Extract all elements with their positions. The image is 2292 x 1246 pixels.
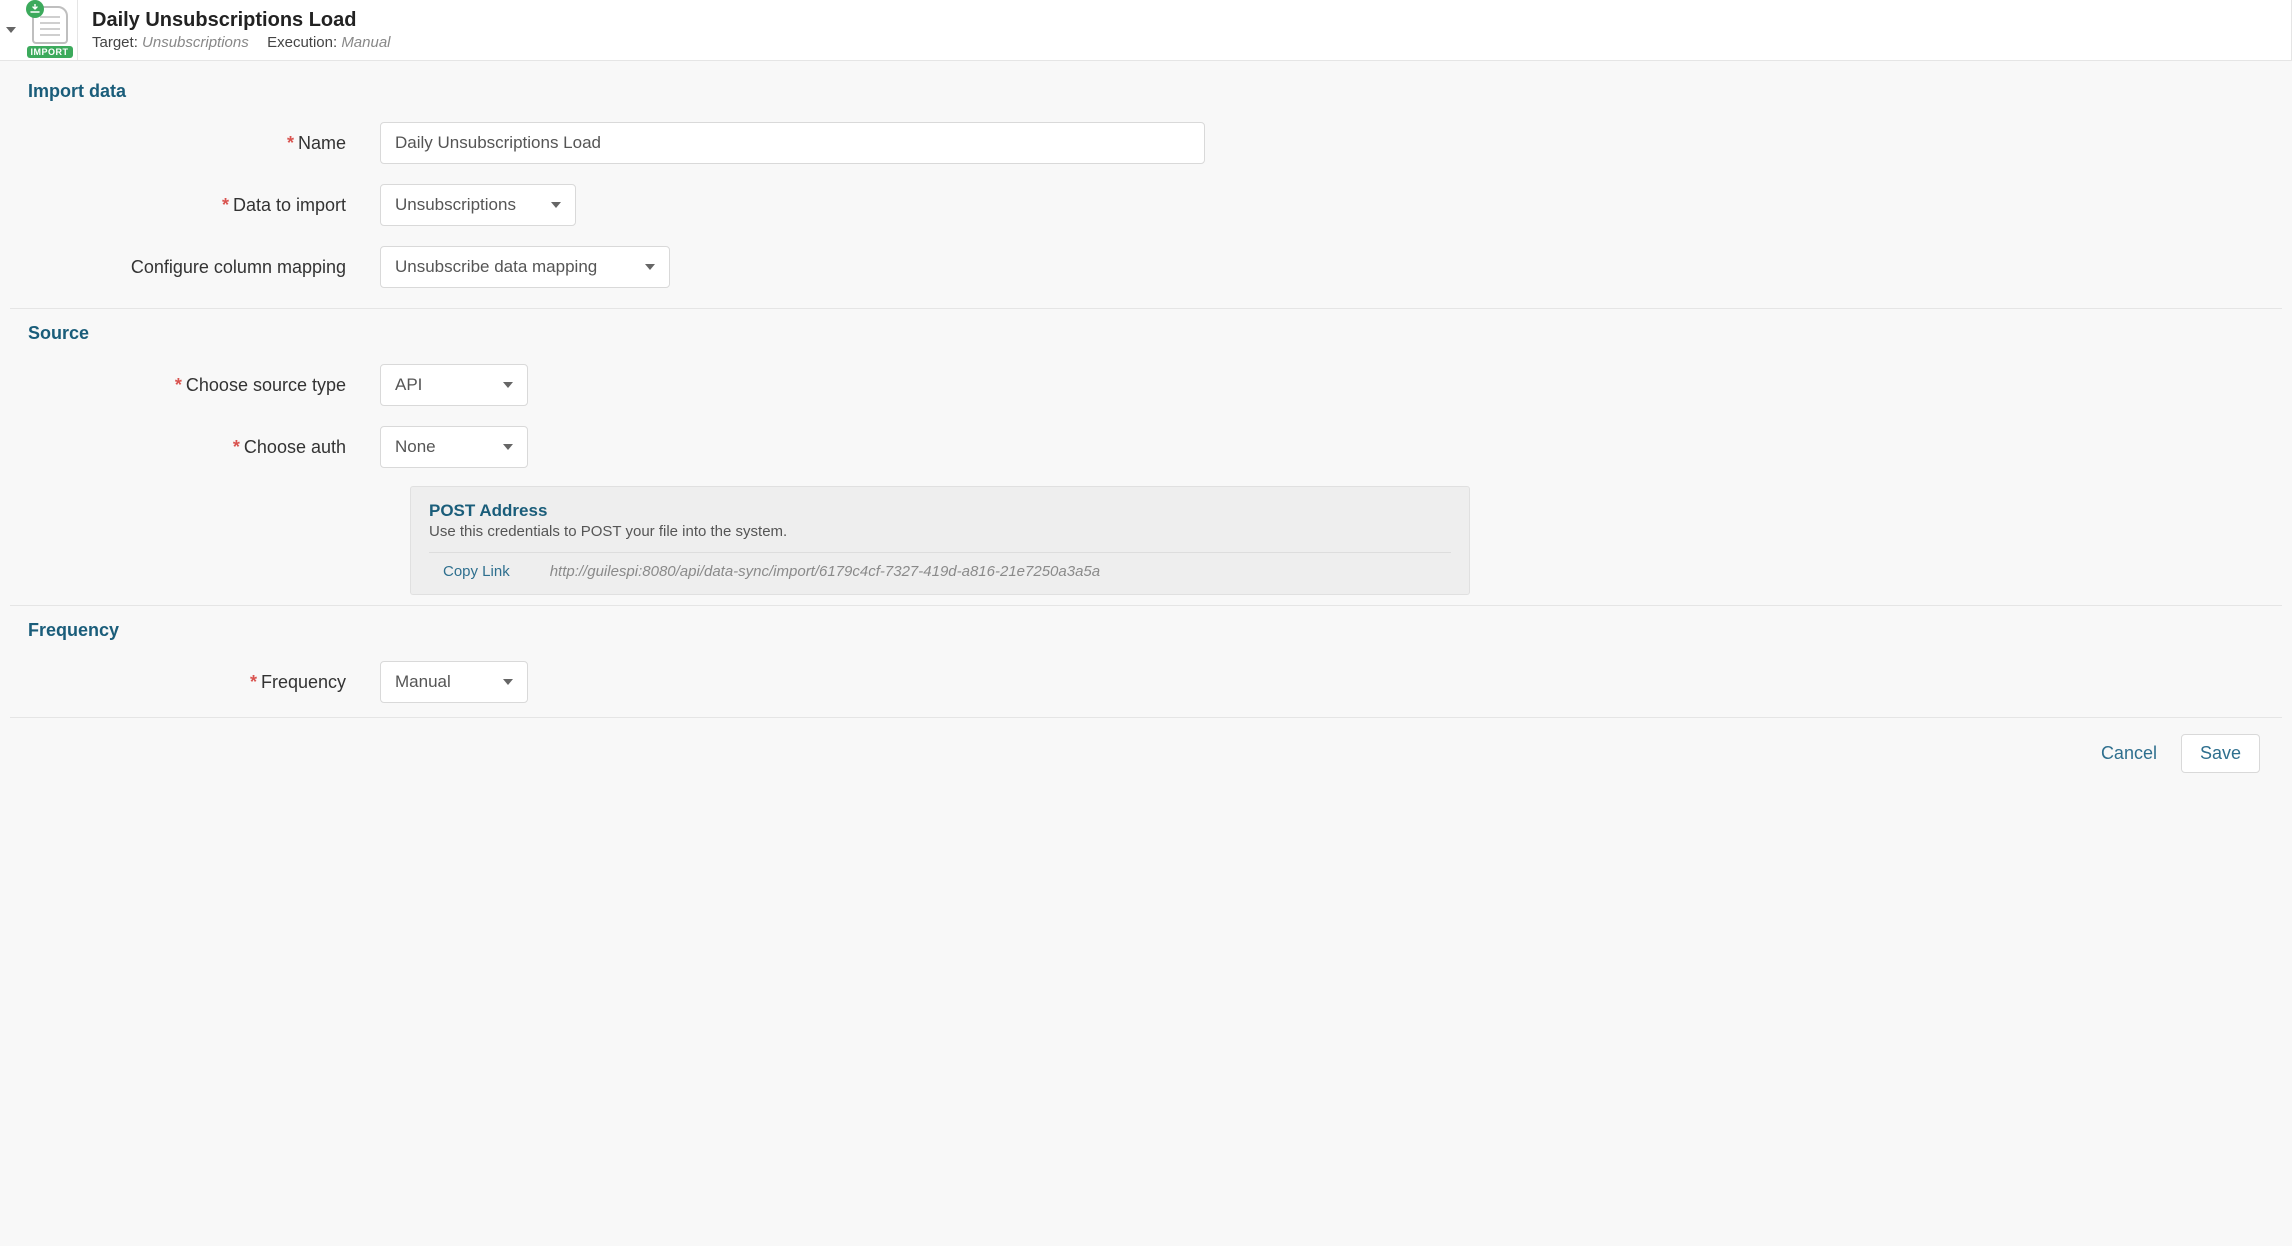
mapping-label: Configure column mapping bbox=[131, 257, 346, 277]
name-input[interactable] bbox=[380, 122, 1205, 164]
frequency-value: Manual bbox=[395, 672, 451, 692]
required-marker: * bbox=[287, 133, 294, 153]
required-marker: * bbox=[175, 375, 182, 395]
cancel-button[interactable]: Cancel bbox=[2095, 735, 2163, 772]
page-header: IMPORT Daily Unsubscriptions Load Target… bbox=[0, 0, 2292, 61]
section-title-source: Source bbox=[10, 309, 2282, 354]
row-data-to-import: *Data to import Unsubscriptions bbox=[10, 174, 2282, 236]
form-body: Import data *Name *Data to import Unsubs… bbox=[0, 61, 2292, 833]
row-frequency: *Frequency Manual bbox=[10, 651, 2282, 713]
action-bar: Cancel Save bbox=[10, 717, 2282, 773]
save-button[interactable]: Save bbox=[2181, 734, 2260, 773]
data-to-import-label: Data to import bbox=[233, 195, 346, 215]
column-mapping-value: Unsubscribe data mapping bbox=[395, 257, 597, 277]
row-column-mapping: Configure column mapping Unsubscribe dat… bbox=[10, 236, 2282, 298]
post-address-url: http://guilespi:8080/api/data-sync/impor… bbox=[550, 563, 1100, 580]
execution-value: Manual bbox=[341, 34, 390, 51]
header-menu-toggle[interactable] bbox=[0, 0, 22, 60]
data-to-import-value: Unsubscriptions bbox=[395, 195, 516, 215]
page-title: Daily Unsubscriptions Load bbox=[92, 9, 391, 32]
row-name: *Name bbox=[10, 112, 2282, 174]
row-source-type: *Choose source type API bbox=[10, 354, 2282, 416]
auth-select[interactable]: None bbox=[380, 426, 528, 468]
chevron-down-icon bbox=[645, 257, 655, 277]
post-address-panel: POST Address Use this credentials to POS… bbox=[410, 486, 1470, 595]
required-marker: * bbox=[250, 672, 257, 692]
chevron-down-icon bbox=[551, 195, 561, 215]
data-to-import-select[interactable]: Unsubscriptions bbox=[380, 184, 576, 226]
chevron-down-icon bbox=[503, 375, 513, 395]
section-title-import-data: Import data bbox=[10, 67, 2282, 112]
chevron-down-icon bbox=[503, 672, 513, 692]
divider bbox=[429, 552, 1451, 553]
execution-label: Execution: bbox=[267, 34, 337, 51]
column-mapping-select[interactable]: Unsubscribe data mapping bbox=[380, 246, 670, 288]
auth-label: Choose auth bbox=[244, 437, 346, 457]
post-address-title: POST Address bbox=[429, 501, 1451, 521]
name-label: Name bbox=[298, 133, 346, 153]
import-badge: IMPORT bbox=[27, 46, 73, 58]
auth-value: None bbox=[395, 437, 436, 457]
download-arrow-icon bbox=[26, 0, 44, 18]
source-type-value: API bbox=[395, 375, 422, 395]
import-type-icon: IMPORT bbox=[22, 0, 78, 60]
frequency-select[interactable]: Manual bbox=[380, 661, 528, 703]
frequency-label: Frequency bbox=[261, 672, 346, 692]
post-address-description: Use this credentials to POST your file i… bbox=[429, 523, 1451, 540]
source-type-select[interactable]: API bbox=[380, 364, 528, 406]
page-subtitle: Target: Unsubscriptions Execution: Manua… bbox=[92, 34, 391, 51]
section-title-frequency: Frequency bbox=[10, 606, 2282, 651]
chevron-down-icon bbox=[503, 437, 513, 457]
copy-link-button[interactable]: Copy Link bbox=[443, 563, 510, 580]
required-marker: * bbox=[222, 195, 229, 215]
target-value: Unsubscriptions bbox=[142, 34, 249, 51]
source-type-label: Choose source type bbox=[186, 375, 346, 395]
chevron-down-icon bbox=[6, 25, 16, 35]
required-marker: * bbox=[233, 437, 240, 457]
row-auth: *Choose auth None bbox=[10, 416, 2282, 478]
target-label: Target: bbox=[92, 34, 138, 51]
